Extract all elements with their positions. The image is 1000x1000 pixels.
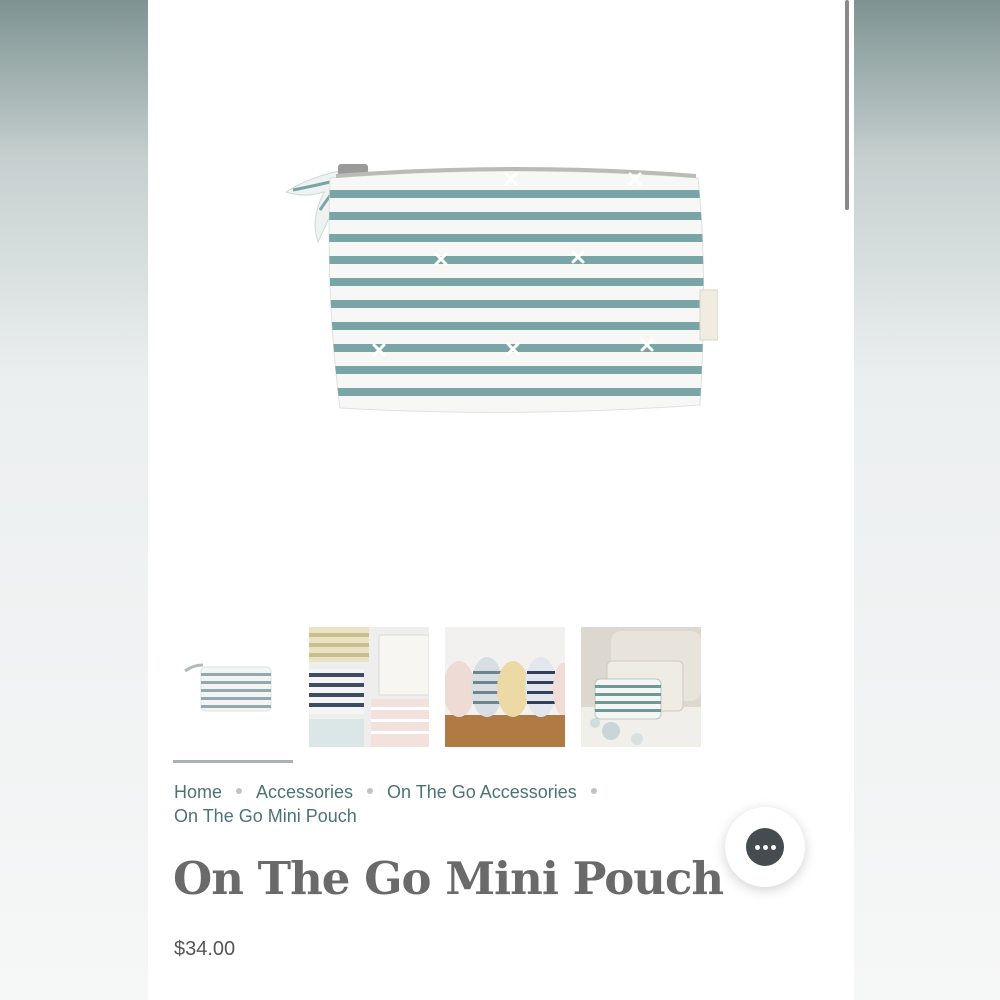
chat-bubble-icon [746,828,784,866]
scrollbar[interactable] [845,0,849,210]
thumbnail-3[interactable] [445,627,565,747]
chat-button[interactable] [725,807,805,887]
product-price: $34.00 [174,938,236,960]
product-page: Home Accessories On The Go Accessories On … [148,0,854,1000]
background-right [854,0,1000,1000]
breadcrumb-home[interactable]: Home [174,782,222,802]
thumbnail-2[interactable] [309,627,429,747]
thumbnail-1[interactable] [173,627,293,747]
breadcrumb-on-the-go[interactable]: On The Go Accessories [387,782,577,802]
product-main-image[interactable] [218,150,719,440]
breadcrumb-separator [236,788,243,795]
breadcrumb-current[interactable]: On The Go Mini Pouch [174,806,357,826]
thumbnail-4[interactable] [581,627,701,747]
breadcrumb-accessories[interactable]: Accessories [256,782,353,802]
breadcrumb: Home Accessories On The Go Accessories On … [174,780,694,828]
thumbnail-active-indicator [173,760,293,763]
background-left [0,0,148,1000]
breadcrumb-separator [367,788,374,795]
breadcrumb-separator [590,788,597,795]
thumbnail-strip [173,627,703,767]
product-title: On The Go Mini Pouch [173,852,724,905]
